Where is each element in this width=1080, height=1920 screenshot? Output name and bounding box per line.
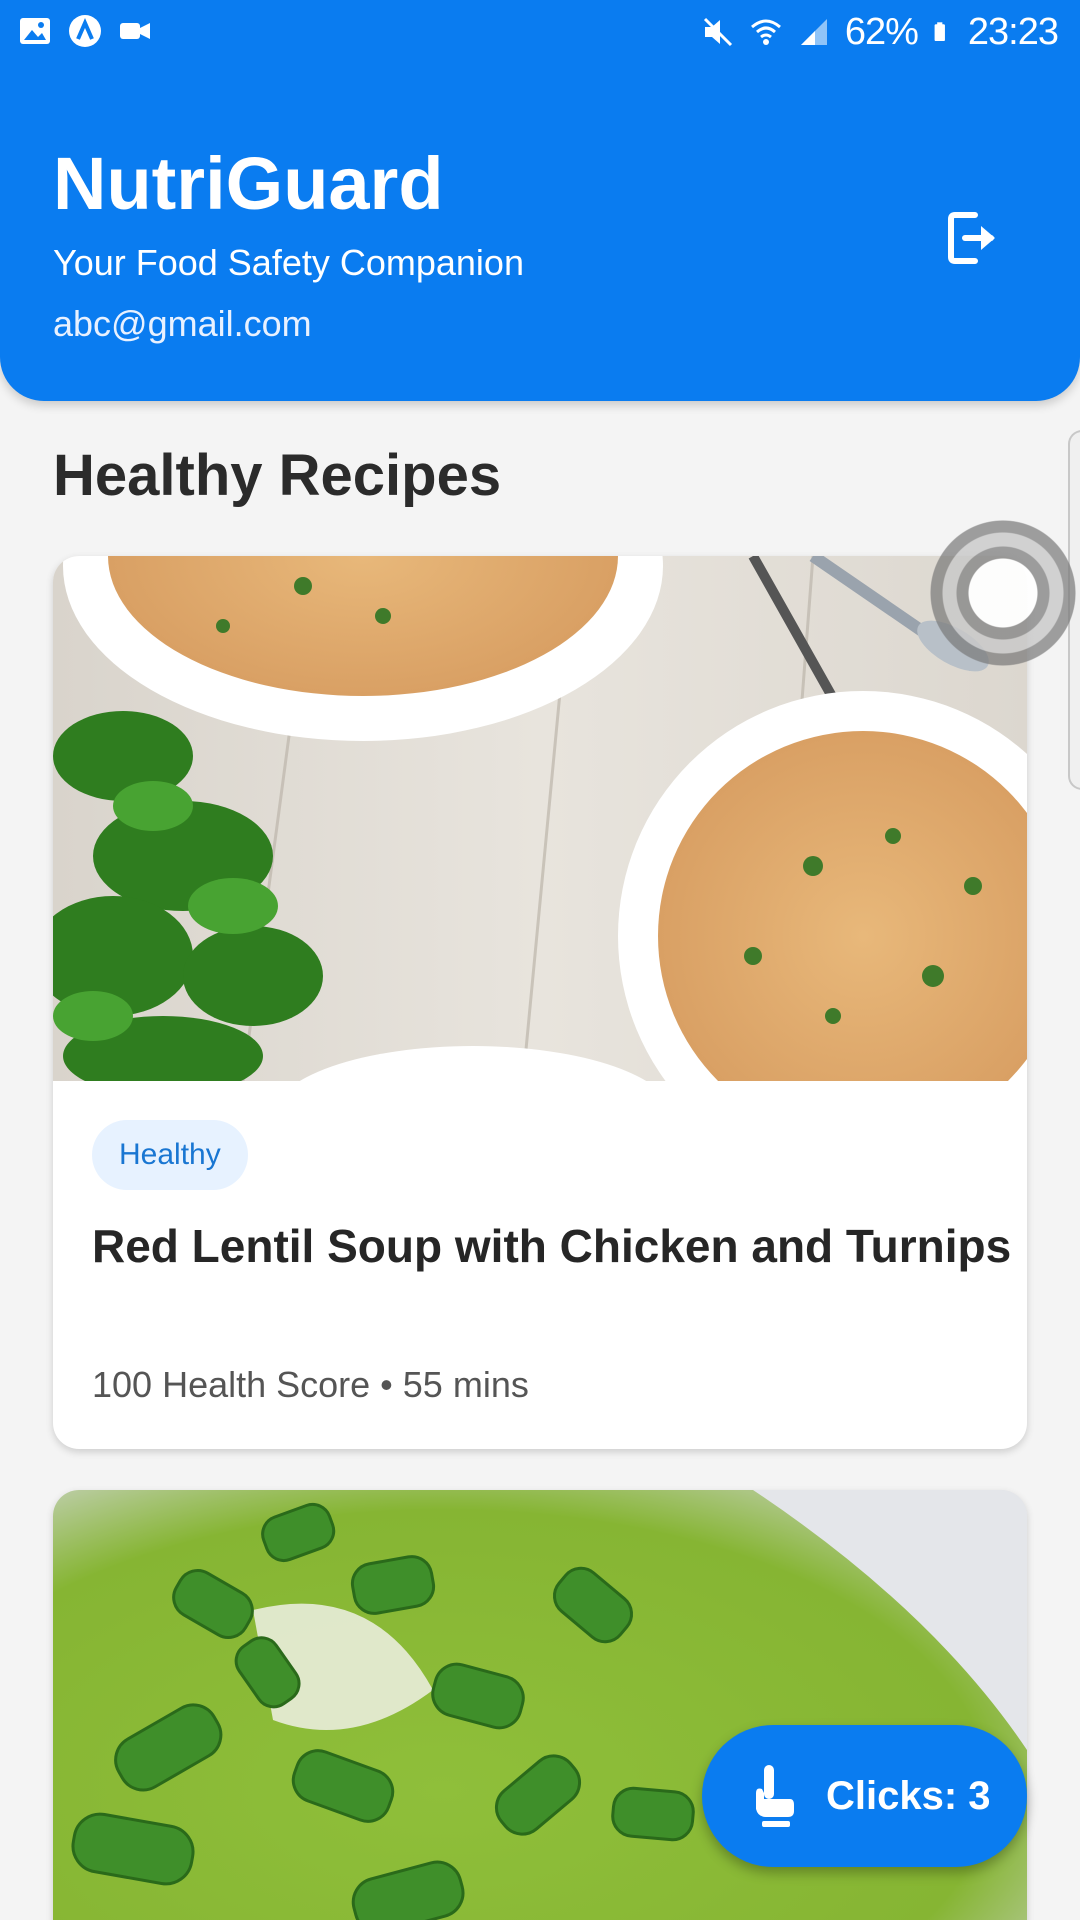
battery-icon	[934, 22, 945, 42]
clicks-fab[interactable]: Clicks: 3	[702, 1725, 1027, 1867]
app-header: 62% 23:23 NutriGuard Your Food Safety Co…	[0, 0, 1080, 401]
video-camera-icon	[120, 23, 150, 39]
app-title: NutriGuard	[53, 142, 444, 225]
section-title: Healthy Recipes	[53, 443, 502, 508]
signal-icon	[800, 19, 827, 45]
mute-icon	[703, 17, 732, 47]
gallery-icon	[20, 18, 50, 44]
tap-hand-icon	[756, 1765, 794, 1827]
recipe-title: Red Lentil Soup with Chicken and Turnips	[92, 1220, 1012, 1272]
logout-button[interactable]	[940, 205, 1006, 271]
clock: 23:23	[967, 11, 1059, 53]
app-subtitle: Your Food Safety Companion	[53, 242, 524, 283]
recipe-card[interactable]: Healthy Red Lentil Soup with Chicken and…	[53, 556, 1027, 1449]
recipe-image	[53, 556, 1027, 1081]
recipe-meta: 100 Health Score • 55 mins	[92, 1364, 529, 1405]
logout-icon	[948, 212, 995, 264]
floating-touch-indicator[interactable]	[930, 520, 1076, 666]
battery-percent: 62%	[844, 11, 919, 53]
app-a-icon	[69, 15, 101, 47]
clicks-label: Clicks: 3	[826, 1774, 991, 1818]
status-bar: 62% 23:23	[0, 0, 1080, 62]
wifi-icon	[750, 19, 781, 45]
user-email: abc@gmail.com	[53, 303, 312, 344]
tag-healthy: Healthy	[92, 1120, 248, 1190]
